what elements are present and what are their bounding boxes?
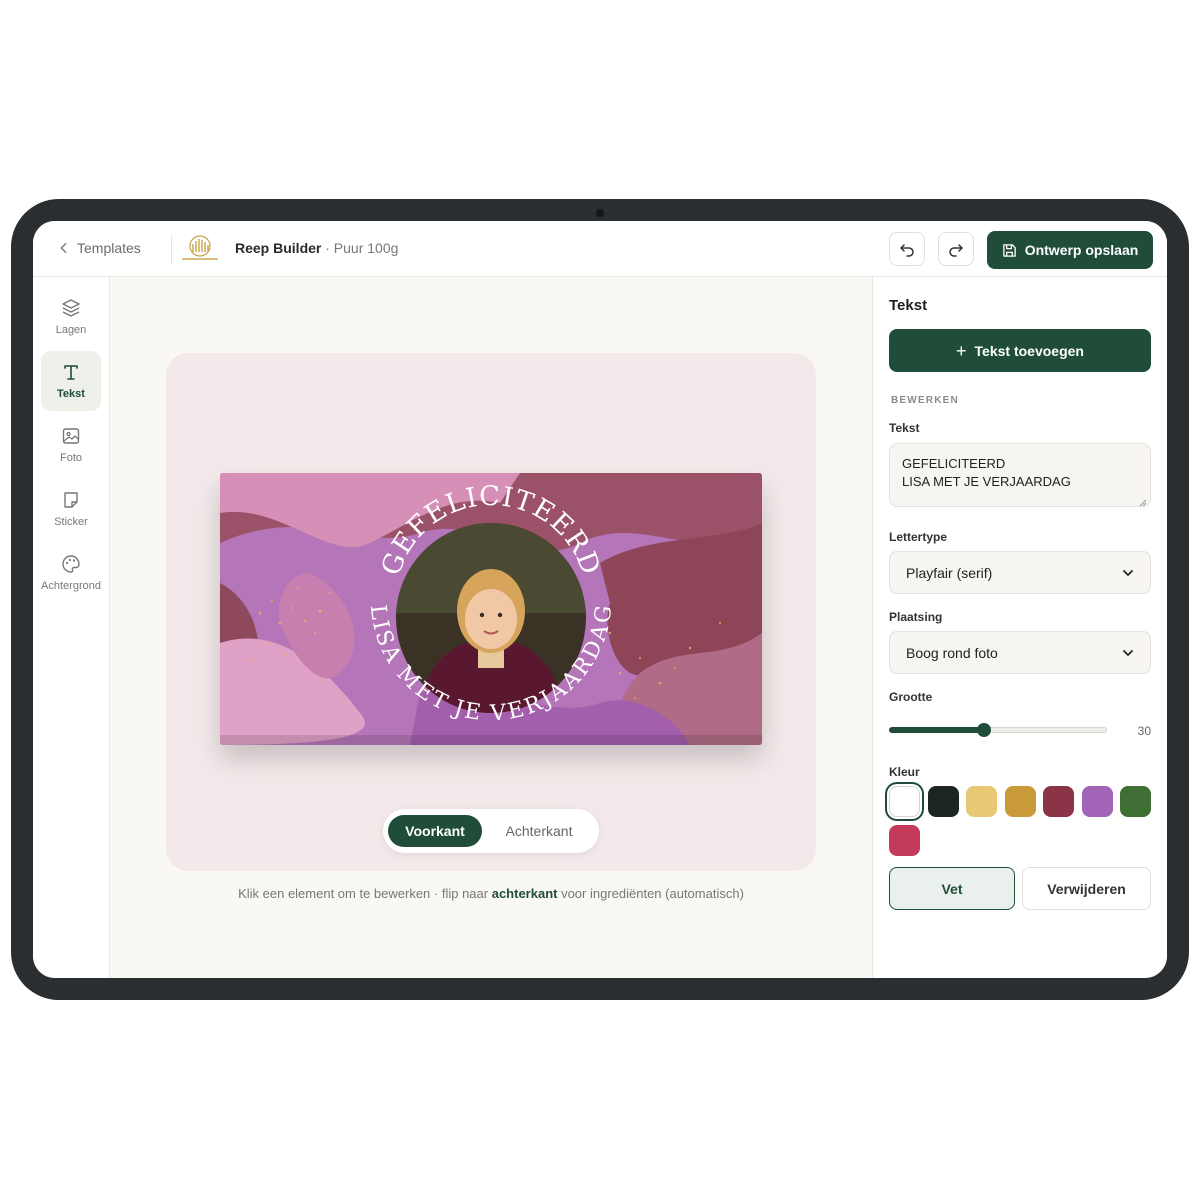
bold-button[interactable]: Vet (889, 867, 1015, 910)
tool-label: Achtergrond (41, 580, 101, 592)
size-slider[interactable] (889, 723, 1107, 737)
font-label: Lettertype (889, 530, 948, 544)
color-swatch[interactable] (889, 825, 920, 856)
camera-dot (596, 209, 604, 217)
text-input[interactable]: GEFELICITEERD LISA MET JE VERJAARDAG (889, 443, 1151, 507)
color-swatch[interactable] (889, 786, 920, 817)
palette-icon (62, 555, 80, 573)
color-swatch[interactable] (927, 786, 959, 817)
plus-icon: + (956, 340, 967, 361)
side-toggle: Voorkant Achterkant (383, 809, 599, 853)
size-value: 30 (1137, 724, 1151, 738)
tool-label: Foto (59, 452, 82, 464)
app-screen: Templates Reep Builder · Puur 100g Ontwe… (33, 221, 1167, 978)
product-name: Reep Builder (235, 240, 322, 256)
font-select[interactable]: Playfair (serif) (889, 551, 1151, 594)
chevron-down-icon (1123, 649, 1133, 656)
color-swatch[interactable] (966, 786, 997, 817)
color-swatch[interactable] (1120, 786, 1151, 817)
size-label: Grootte (889, 690, 933, 704)
add-text-label: Tekst toevoegen (974, 342, 1084, 359)
placement-label: Plaatsing (889, 610, 943, 624)
layers-icon (62, 299, 80, 317)
top-bar: Templates Reep Builder · Puur 100g Ontwe… (33, 221, 1167, 277)
front-side-tab[interactable]: Voorkant (388, 815, 482, 847)
arc-text-layer[interactable]: GEFELICITEERD LISA MET JE VERJAARDAG (365, 481, 617, 727)
divider (171, 235, 172, 263)
chevron-down-icon (1123, 569, 1133, 576)
save-design-button[interactable]: Ontwerp opslaan (987, 231, 1153, 269)
color-swatch[interactable] (1081, 786, 1113, 817)
save-label: Ontwerp opslaan (1024, 242, 1139, 258)
hint-text: Klik een element om te bewerken · flip n… (238, 886, 492, 901)
text-field-label: Tekst (889, 421, 920, 435)
chevron-left-icon (60, 242, 67, 254)
font-value: Playfair (serif) (906, 564, 993, 581)
back-side-tab[interactable]: Achterkant (489, 815, 589, 847)
tool-background[interactable]: Achtergrond (41, 543, 101, 603)
back-to-templates-link[interactable]: Templates (57, 236, 141, 260)
section-heading: BEWERKEN (891, 395, 959, 406)
image-icon (62, 428, 80, 444)
product-variant: · Puur 100g (325, 240, 399, 256)
hint-text-end: voor ingrediënten (automatisch) (557, 886, 744, 901)
canvas-hint: Klik een element om te bewerken · flip n… (33, 886, 949, 901)
tool-layers[interactable]: Lagen (41, 287, 101, 347)
resize-grip-icon[interactable] (1139, 499, 1147, 507)
redo-button[interactable] (938, 232, 974, 266)
color-label: Kleur (889, 765, 920, 779)
placement-value: Boog rond foto (906, 644, 998, 661)
undo-button[interactable] (889, 232, 925, 266)
panel-title: Tekst (889, 297, 928, 314)
back-label: Templates (77, 240, 141, 256)
brand-logo (182, 235, 218, 260)
redo-icon (949, 244, 963, 257)
tool-sticker[interactable]: Sticker (41, 479, 101, 539)
undo-icon (900, 244, 914, 257)
arc-text-bottom[interactable]: LISA MET JE VERJAARDAG (365, 604, 618, 727)
placement-select[interactable]: Boog rond foto (889, 631, 1151, 674)
tool-text[interactable]: Tekst (41, 351, 101, 411)
save-icon (1002, 243, 1016, 257)
sticker-icon (64, 492, 78, 508)
tool-sidebar: Lagen Tekst Foto Sticker Achtergrond (33, 277, 110, 978)
breadcrumb: Reep Builder · Puur 100g (235, 240, 398, 256)
color-swatch[interactable] (1043, 786, 1074, 817)
text-icon (64, 365, 78, 380)
color-swatch[interactable] (1004, 786, 1036, 817)
hint-back-link[interactable]: achterkant (492, 886, 558, 901)
tool-label: Lagen (55, 324, 87, 336)
tool-label: Sticker (54, 516, 88, 528)
tool-photo[interactable]: Foto (41, 415, 101, 475)
delete-button[interactable]: Verwijderen (1022, 867, 1151, 910)
add-text-button[interactable]: + Tekst toevoegen (889, 329, 1151, 372)
slider-handle[interactable] (976, 723, 991, 737)
properties-panel: Tekst + Tekst toevoegen BEWERKEN Tekst G… (872, 277, 1167, 978)
tool-label: Tekst (57, 388, 85, 400)
arc-text-top[interactable]: GEFELICITEERD (376, 481, 607, 580)
slider-fill (889, 727, 984, 733)
